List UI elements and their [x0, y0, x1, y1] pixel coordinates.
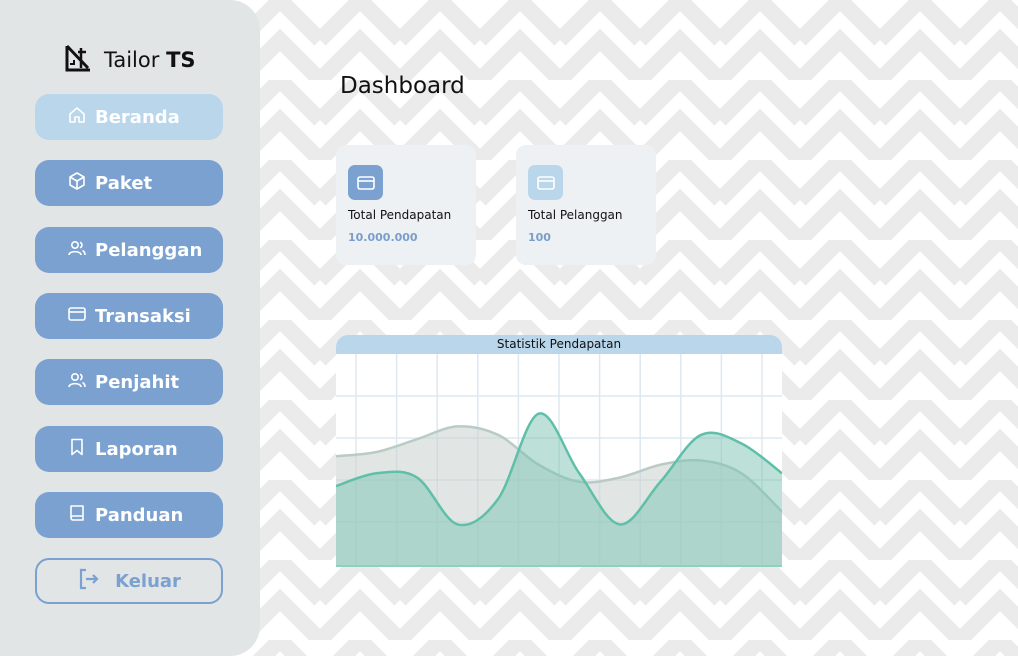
sidebar-item-label: Transaksi: [95, 305, 191, 327]
sidebar-item-label: Beranda: [95, 106, 180, 128]
sidebar-item-paket[interactable]: Paket: [35, 160, 223, 206]
brand-prefix: Tailor: [104, 48, 160, 72]
sidebar-item-label: Panduan: [95, 504, 184, 526]
chart-plot: [336, 354, 782, 567]
sidebar-item-transaksi[interactable]: Transaksi: [35, 293, 223, 339]
sidebar-item-panduan[interactable]: Panduan: [35, 492, 223, 538]
ruler-logo-icon: [64, 44, 92, 76]
stat-label: Total Pelanggan: [528, 208, 623, 222]
sidebar-item-beranda[interactable]: Beranda: [35, 94, 223, 140]
bookmark-icon: [67, 437, 87, 462]
sidebar-item-penjahit[interactable]: Penjahit: [35, 359, 223, 405]
sidebar-item-laporan[interactable]: Laporan: [35, 426, 223, 472]
credit-card-icon: [528, 165, 563, 200]
credit-card-icon: [67, 304, 87, 329]
sidebar-item-label: Laporan: [95, 438, 178, 460]
box-icon: [67, 171, 87, 196]
stat-card-pendapatan: Total Pendapatan 10.000.000: [336, 145, 476, 265]
sidebar-item-label: Pelanggan: [95, 239, 203, 261]
stat-value: 100: [528, 231, 551, 244]
stat-value: 10.000.000: [348, 231, 418, 244]
logout-button[interactable]: Keluar: [35, 558, 223, 604]
logout-icon: [77, 567, 101, 596]
brand: Tailor TS: [64, 44, 196, 76]
home-icon: [67, 105, 87, 130]
stat-card-pelanggan: Total Pelanggan 100: [516, 145, 656, 265]
revenue-chart: Statistik Pendapatan: [336, 335, 782, 567]
logout-label: Keluar: [115, 570, 181, 592]
book-icon: [67, 503, 87, 528]
sidebar-item-pelanggan[interactable]: Pelanggan: [35, 227, 223, 273]
stat-label: Total Pendapatan: [348, 208, 452, 222]
brand-name: Tailor TS: [104, 48, 196, 72]
users-icon: [67, 370, 87, 395]
sidebar-item-label: Paket: [95, 172, 153, 194]
page-title: Dashboard: [340, 73, 465, 99]
brand-suffix: TS: [166, 48, 196, 72]
sidebar: Tailor TS Beranda Paket Pelanggan Transa…: [0, 0, 260, 656]
chart-title: Statistik Pendapatan: [336, 335, 782, 354]
sidebar-item-label: Penjahit: [95, 371, 180, 393]
users-icon: [67, 238, 87, 263]
credit-card-icon: [348, 165, 383, 200]
